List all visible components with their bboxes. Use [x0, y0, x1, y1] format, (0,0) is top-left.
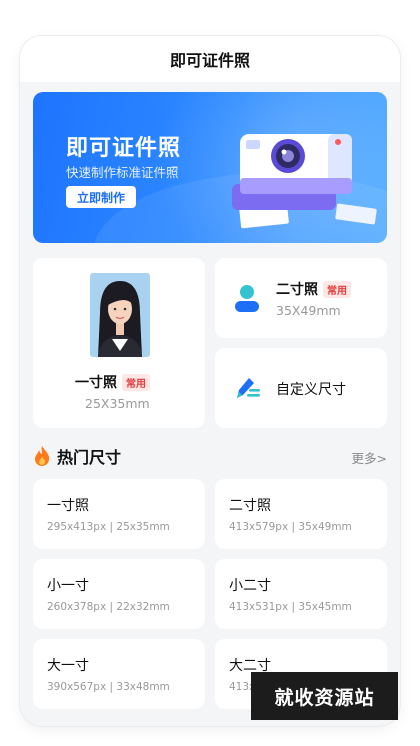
two-inch-name: 二寸照 — [276, 282, 318, 298]
size-name: 小二寸 — [229, 578, 271, 594]
banner-subtitle: 快速制作标准证件照 — [66, 165, 179, 180]
two-inch-dims: 35X49mm — [276, 303, 341, 318]
size-name: 小一寸 — [47, 578, 89, 594]
custom-title-row: 自定义尺寸 — [276, 379, 346, 399]
one-inch-name: 一寸照 — [75, 375, 117, 391]
hot-sizes-title: 热门尺寸 — [57, 448, 122, 467]
hot-sizes-header: 热门尺寸 更多> — [33, 444, 387, 468]
fire-icon — [35, 446, 50, 466]
watermark-label: 就收资源站 — [251, 672, 398, 720]
common-badge: 常用 — [323, 280, 351, 298]
one-inch-title-row: 一寸照 常用 — [75, 372, 150, 392]
banner-title: 即可证件照 — [66, 136, 182, 161]
size-card[interactable]: 大一寸 390x567px | 33x48mm — [33, 639, 205, 709]
custom-size-name: 自定义尺寸 — [276, 382, 346, 398]
size-name: 大一寸 — [47, 658, 89, 674]
banner[interactable]: 即可证件照 快速制作标准证件照 立即制作 — [33, 92, 387, 243]
size-spec: 295x413px | 25x35mm — [47, 521, 170, 533]
two-inch-title-row: 二寸照 常用 — [276, 279, 351, 299]
size-card[interactable]: 一寸照 295x413px | 25x35mm — [33, 479, 205, 549]
more-link[interactable]: 更多> — [352, 448, 387, 467]
custom-size-card[interactable]: 自定义尺寸 — [215, 348, 387, 428]
size-name: 一寸照 — [47, 498, 89, 514]
page-title: 即可证件照 — [20, 36, 400, 82]
size-spec: 390x567px | 33x48mm — [47, 681, 170, 693]
one-inch-card[interactable]: 一寸照 常用 25X35mm — [33, 258, 205, 428]
common-badge: 常用 — [122, 373, 150, 391]
size-card[interactable]: 小二寸 413x531px | 35x45mm — [215, 559, 387, 629]
camera-illustration — [232, 134, 377, 229]
size-spec: 413x531px | 35x45mm — [229, 601, 352, 613]
size-card[interactable]: 小一寸 260x378px | 22x32mm — [33, 559, 205, 629]
one-inch-dims: 25X35mm — [85, 396, 150, 411]
sample-portrait-image — [90, 273, 150, 357]
size-spec: 260x378px | 22x32mm — [47, 601, 170, 613]
two-inch-card[interactable]: 二寸照 常用 35X49mm — [215, 258, 387, 338]
pen-icon — [237, 378, 260, 398]
size-name: 二寸照 — [229, 498, 271, 514]
app-screen: 即可证件照 即可证件照 快速制作标准证件照 立即制作 一寸照 常用 25X35m… — [20, 36, 400, 726]
size-spec: 413x579px | 35x49mm — [229, 521, 352, 533]
person-icon — [235, 285, 259, 312]
size-card[interactable]: 二寸照 413x579px | 35x49mm — [215, 479, 387, 549]
make-now-button[interactable]: 立即制作 — [66, 186, 136, 208]
